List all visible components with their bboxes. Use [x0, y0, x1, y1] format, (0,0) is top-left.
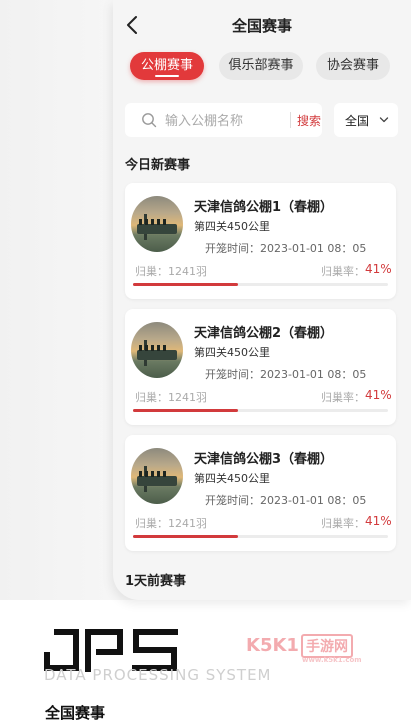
- return-label: 归巢：: [135, 391, 168, 404]
- tab-label: 协会赛事: [326, 58, 379, 73]
- start-time-value: 2023-01-01 08：05: [260, 494, 367, 507]
- race-title: 天津信鸽公棚2（春棚）: [194, 326, 334, 341]
- race-stage: 第四关450公里: [194, 472, 270, 485]
- region-dropdown[interactable]: 全国: [334, 103, 398, 137]
- brand-tagline: DATA PROCESSING SYSTEM: [44, 666, 272, 684]
- return-rate-bar-fill: [133, 409, 238, 412]
- start-time-row: 开笼时间：2023-01-01 08：05: [205, 240, 366, 256]
- start-time-label: 开笼时间：: [205, 368, 260, 381]
- return-rate-bar: [133, 283, 388, 286]
- race-title: 天津信鸽公棚1（春棚）: [194, 200, 334, 215]
- tab-club[interactable]: 俱乐部赛事: [219, 52, 303, 80]
- return-rate-bar-fill: [133, 283, 238, 286]
- race-card[interactable]: 天津信鸽公棚1（春棚） 第四关450公里 开笼时间：2023-01-01 08：…: [125, 183, 396, 299]
- race-stage: 第四关450公里: [194, 346, 270, 359]
- page-title: 全国赛事: [231, 17, 292, 35]
- start-time-value: 2023-01-01 08：05: [260, 368, 367, 381]
- start-time-row: 开笼时间：2023-01-01 08：05: [205, 366, 366, 382]
- return-rate-bar: [133, 535, 388, 538]
- return-rate-value: 41%: [365, 388, 392, 402]
- watermark-boxed-text: 手游网: [300, 634, 353, 658]
- tab-label: 俱乐部赛事: [228, 58, 294, 73]
- return-rate-label: 归巢率：: [321, 517, 365, 530]
- tab-public-loft[interactable]: 公棚赛事: [130, 52, 204, 80]
- loft-avatar: [131, 196, 183, 252]
- tab-label: 公棚赛事: [140, 58, 193, 73]
- start-time-label: 开笼时间：: [205, 494, 260, 507]
- return-rate-value: 41%: [365, 514, 392, 528]
- return-rate-bar-fill: [133, 535, 238, 538]
- site-watermark: K5K1 手游网 www.k5k1.com: [246, 634, 362, 664]
- watermark-text: K5K1: [246, 635, 299, 656]
- return-rate-label: 归巢率：: [321, 265, 365, 278]
- section-title-today: 今日新赛事: [125, 158, 191, 173]
- app-header: 全国赛事: [113, 0, 411, 50]
- search-divider: [290, 112, 291, 128]
- watermark-url: www.k5k1.com: [302, 656, 362, 664]
- category-tabs: 公棚赛事 俱乐部赛事 协会赛事: [130, 52, 411, 82]
- tab-association[interactable]: 协会赛事: [316, 52, 390, 80]
- race-stage: 第四关450公里: [194, 220, 270, 233]
- return-count: 1241羽: [168, 517, 207, 530]
- chevron-down-icon: [379, 117, 389, 123]
- race-card[interactable]: 天津信鸽公棚3（春棚） 第四关450公里 开笼时间：2023-01-01 08：…: [125, 435, 396, 551]
- search-input[interactable]: [163, 109, 287, 133]
- loft-avatar: [131, 322, 183, 378]
- loft-avatar: [131, 448, 183, 504]
- return-rate-value: 41%: [365, 262, 392, 276]
- return-count: 1241羽: [168, 265, 207, 278]
- return-label: 归巢：: [135, 265, 168, 278]
- return-count-row: 归巢：1241羽: [135, 389, 207, 405]
- start-time-row: 开笼时间：2023-01-01 08：05: [205, 492, 366, 508]
- return-rate-bar: [133, 409, 388, 412]
- active-tab-underline: [155, 75, 179, 77]
- race-card[interactable]: 天津信鸽公棚2（春棚） 第四关450公里 开笼时间：2023-01-01 08：…: [125, 309, 396, 425]
- section-title-previous: 1天前赛事: [125, 574, 187, 589]
- return-label: 归巢：: [135, 517, 168, 530]
- start-time-value: 2023-01-01 08：05: [260, 242, 367, 255]
- search-icon: [142, 113, 157, 128]
- search-bar: 搜索: [125, 103, 322, 137]
- search-button[interactable]: 搜索: [297, 112, 321, 129]
- return-rate-label: 归巢率：: [321, 391, 365, 404]
- start-time-label: 开笼时间：: [205, 242, 260, 255]
- race-title: 天津信鸽公棚3（春棚）: [194, 452, 334, 467]
- return-count-row: 归巢：1241羽: [135, 515, 207, 531]
- region-selected-value: 全国: [345, 114, 370, 128]
- return-count-row: 归巢：1241羽: [135, 263, 207, 279]
- phone-screen: 全国赛事 公棚赛事 俱乐部赛事 协会赛事 搜索 全国 今日新赛事 天: [113, 0, 411, 600]
- return-count: 1241羽: [168, 391, 207, 404]
